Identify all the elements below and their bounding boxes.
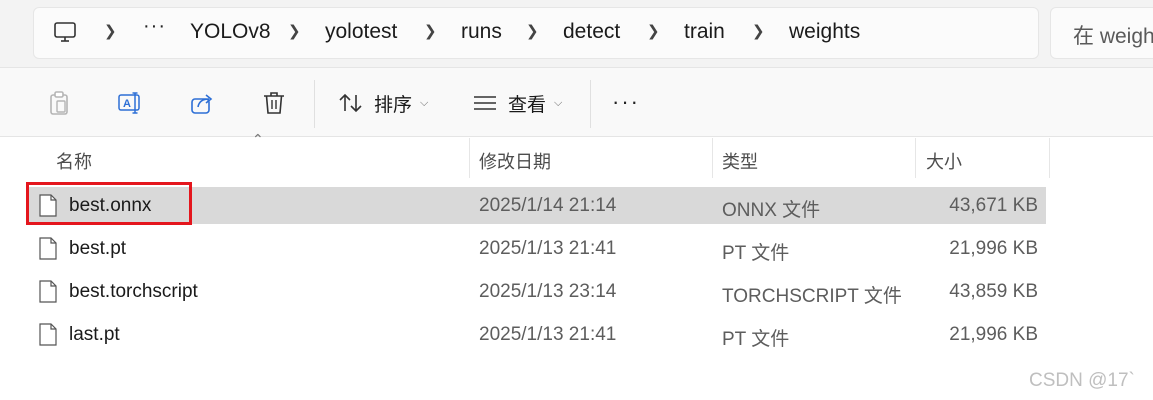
file-type: ONNX 文件 [722,200,821,221]
view-button[interactable]: 查看 ⌵ [472,90,562,116]
rename-icon[interactable]: A [117,90,143,116]
file-type: TORCHSCRIPT 文件 [722,286,902,307]
paste-icon[interactable] [46,90,72,116]
breadcrumb-runs[interactable]: runs [461,19,502,45]
column-header-name[interactable]: 名称 [56,148,92,174]
file-icon [39,237,57,260]
breadcrumb-train[interactable]: train [684,19,725,45]
search-box[interactable]: 在 weigh [1050,7,1153,59]
list-view-icon [474,96,496,110]
svg-text:A: A [123,98,131,110]
sort-label: 排序 [374,94,413,116]
sort-button[interactable]: 排序 ⌵ [338,90,428,116]
file-name[interactable]: best.torchscript [69,281,198,303]
toolbar-divider [590,80,591,128]
file-type: PT 文件 [722,329,790,350]
file-modified-date: 2025/1/13 21:41 [479,238,617,259]
file-size: 43,671 KB [949,195,1038,216]
command-toolbar: A 排序 ⌵ 查看 ⌵ ··· [0,68,1153,137]
file-modified-date: 2025/1/13 23:14 [479,281,617,302]
address-bar-area: ❯ ··· YOLOv8 ❯ yolotest ❯ runs ❯ detect … [0,0,1153,68]
file-name[interactable]: best.pt [69,238,126,260]
file-modified-date: 2025/1/14 21:14 [479,195,617,216]
chevron-down-icon: ⌵ [420,96,429,109]
file-row[interactable]: best.pt 2025/1/13 21:41 PT 文件 21,996 KB [28,230,1046,267]
breadcrumb-detect[interactable]: detect [563,19,620,45]
column-divider[interactable] [1049,138,1050,178]
breadcrumb-yolov8[interactable]: YOLOv8 [190,19,271,45]
chevron-right-icon[interactable]: ❯ [526,22,539,42]
breadcrumb-yolotest[interactable]: yolotest [325,19,397,45]
file-size: 43,859 KB [949,281,1038,302]
file-row[interactable]: best.torchscript 2025/1/13 23:14 TORCHSCRI… [28,273,1046,310]
column-header-type[interactable]: 类型 [722,148,758,174]
column-header-size[interactable]: 大小 [926,148,962,174]
file-size: 21,996 KB [949,324,1038,345]
watermark: CSDN @17` [1029,370,1135,391]
file-name[interactable]: last.pt [69,324,120,346]
column-header-date[interactable]: 修改日期 [479,148,551,174]
chevron-down-icon: ⌵ [554,96,563,109]
sort-ascending-icon: ⌃ [252,131,264,147]
file-icon [39,280,57,303]
file-type: PT 文件 [722,243,790,264]
column-header-row: 名称 修改日期 类型 大小 [0,138,1153,180]
column-divider[interactable] [469,138,470,178]
delete-icon[interactable] [261,90,287,116]
more-options-button[interactable]: ··· [612,91,640,113]
column-divider[interactable] [712,138,713,178]
file-modified-date: 2025/1/13 21:41 [479,324,617,345]
computer-icon[interactable] [53,20,77,44]
column-divider[interactable] [915,138,916,178]
hidden-breadcrumbs-button[interactable]: ··· [143,15,166,38]
chevron-right-icon[interactable]: ❯ [647,22,660,42]
share-icon[interactable] [189,90,215,116]
chevron-right-icon[interactable]: ❯ [104,22,117,42]
toolbar-divider [314,80,315,128]
sort-icon [339,93,362,113]
view-label: 查看 [508,94,547,116]
breadcrumb-weights[interactable]: weights [789,19,860,45]
annotation-highlight-box [26,182,192,225]
chevron-right-icon[interactable]: ❯ [288,22,301,42]
file-size: 21,996 KB [949,238,1038,259]
search-placeholder: 在 weigh [1073,25,1153,48]
chevron-right-icon[interactable]: ❯ [424,22,437,42]
chevron-right-icon[interactable]: ❯ [752,22,765,42]
file-icon [39,323,57,346]
file-row[interactable]: last.pt 2025/1/13 21:41 PT 文件 21,996 KB [28,316,1046,353]
